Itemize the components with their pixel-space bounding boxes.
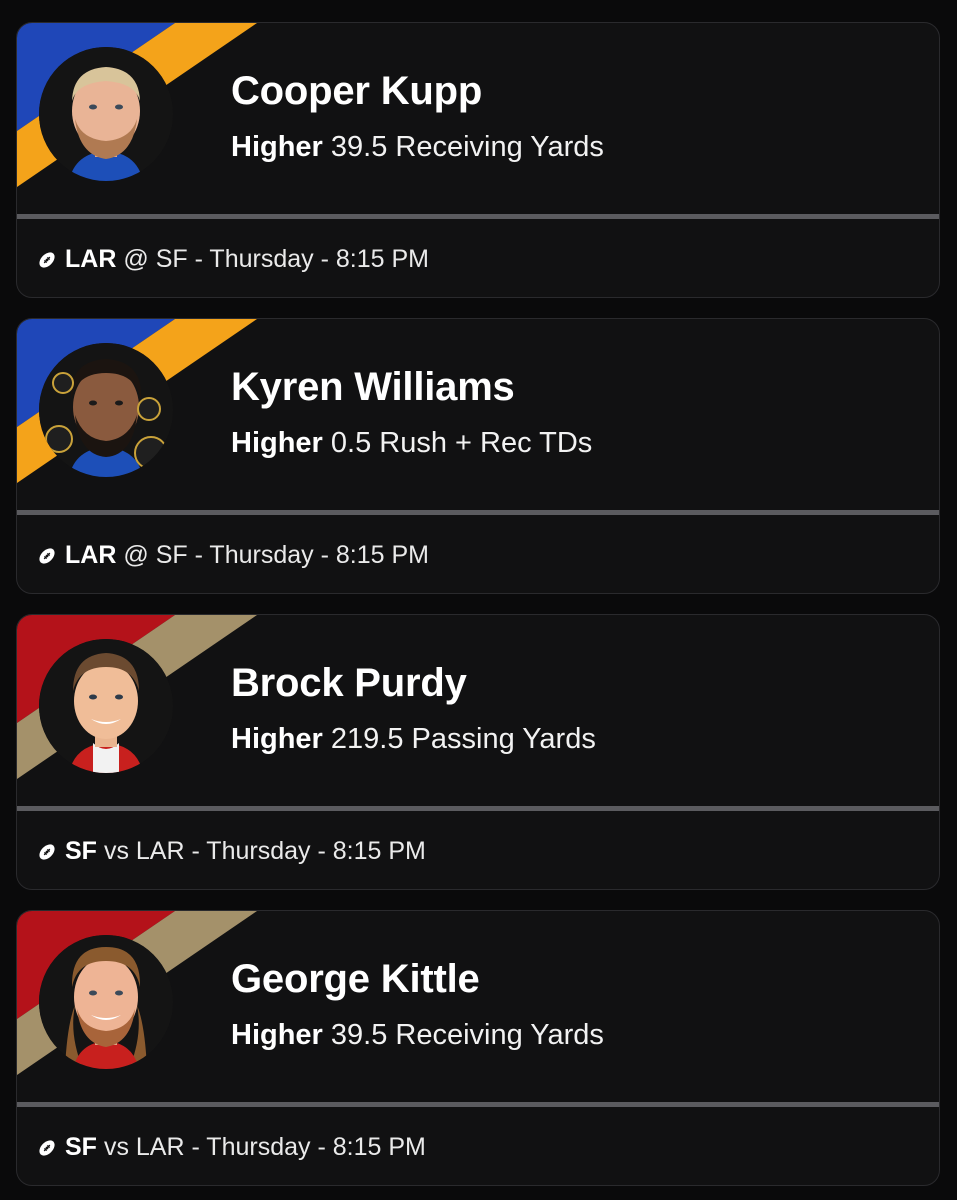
player-card[interactable]: George Kittle Higher 39.5 Receiving Yard… <box>16 910 940 1186</box>
card-header: George Kittle Higher 39.5 Receiving Yard… <box>17 911 939 1103</box>
divider <box>17 214 939 219</box>
matchup-text: vs LAR - Thursday - 8:15 PM <box>103 1133 426 1161</box>
projection-line: Higher 219.5 Passing Yards <box>231 723 596 756</box>
card-header: Cooper Kupp Higher 39.5 Receiving Yards <box>17 23 939 215</box>
football-icon <box>39 251 55 268</box>
matchup-text: @ SF - Thursday - 8:15 PM <box>123 541 429 569</box>
projection-direction: Higher <box>231 131 323 163</box>
football-icon <box>39 547 55 564</box>
projection-stat: 39.5 Receiving Yards <box>330 1019 604 1051</box>
projection-line: Higher 39.5 Receiving Yards <box>231 1019 604 1052</box>
projection-direction: Higher <box>231 1019 323 1051</box>
team-abbreviation: LAR <box>65 245 117 273</box>
player-name: Kyren Williams <box>231 365 515 409</box>
projection-line: Higher 39.5 Receiving Yards <box>231 131 604 164</box>
divider <box>17 1102 939 1107</box>
projection-stat: 219.5 Passing Yards <box>330 723 596 755</box>
team-abbreviation: SF <box>65 837 97 865</box>
team-abbreviation: LAR <box>65 541 117 569</box>
game-info: SF vs LAR - Thursday - 8:15 PM <box>37 837 426 866</box>
player-card[interactable]: Kyren Williams Higher 0.5 Rush + Rec TDs… <box>16 318 940 594</box>
player-name: Cooper Kupp <box>231 69 483 113</box>
card-header: Kyren Williams Higher 0.5 Rush + Rec TDs <box>17 319 939 511</box>
player-avatar <box>39 639 173 773</box>
projection-direction: Higher <box>231 723 323 755</box>
player-name: George Kittle <box>231 957 480 1001</box>
projection-line: Higher 0.5 Rush + Rec TDs <box>231 427 592 460</box>
projection-direction: Higher <box>231 427 323 459</box>
player-avatar <box>39 47 173 181</box>
game-info: LAR @ SF - Thursday - 8:15 PM <box>37 245 429 274</box>
divider <box>17 806 939 811</box>
divider <box>17 510 939 515</box>
game-info: LAR @ SF - Thursday - 8:15 PM <box>37 541 429 570</box>
player-card[interactable]: Brock Purdy Higher 219.5 Passing Yards S… <box>16 614 940 890</box>
player-card[interactable]: Cooper Kupp Higher 39.5 Receiving Yards … <box>16 22 940 298</box>
team-abbreviation: SF <box>65 1133 97 1161</box>
player-name: Brock Purdy <box>231 661 467 705</box>
matchup-text: @ SF - Thursday - 8:15 PM <box>123 245 429 273</box>
projection-stat: 39.5 Receiving Yards <box>330 131 604 163</box>
card-header: Brock Purdy Higher 219.5 Passing Yards <box>17 615 939 807</box>
matchup-text: vs LAR - Thursday - 8:15 PM <box>103 837 426 865</box>
football-icon <box>39 843 55 860</box>
game-info: SF vs LAR - Thursday - 8:15 PM <box>37 1133 426 1162</box>
player-avatar <box>39 935 173 1069</box>
football-icon <box>39 1139 55 1156</box>
projection-stat: 0.5 Rush + Rec TDs <box>330 427 593 459</box>
player-avatar <box>39 343 173 477</box>
